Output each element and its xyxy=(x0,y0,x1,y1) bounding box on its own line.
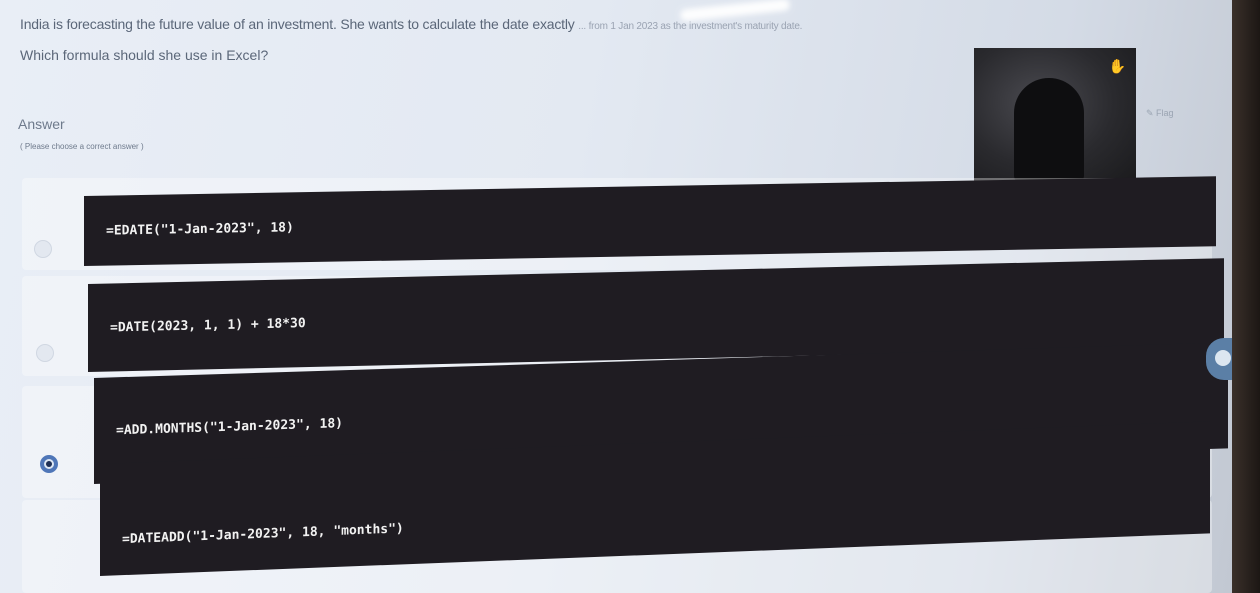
flag-label: Flag xyxy=(1156,108,1174,118)
flag-button[interactable]: ✎ Flag xyxy=(1146,108,1174,119)
option-1-formula: =EDATE("1-Jan-2023", 18) xyxy=(106,219,294,239)
option-radio-3[interactable] xyxy=(40,455,58,473)
question-line-1-faded: ... from 1 Jan 2023 as the investment's … xyxy=(578,21,803,32)
option-2-formula: =DATE(2023, 1, 1) + 18*30 xyxy=(110,315,306,336)
question-line-2: Which formula should she use in Excel? xyxy=(20,47,269,63)
answer-label: Answer xyxy=(18,116,65,132)
answer-hint: ( Please choose a correct answer ) xyxy=(20,142,144,151)
user-video-icon xyxy=(1014,78,1084,184)
option-radio-1[interactable] xyxy=(34,240,52,258)
question-line-1: India is forecasting the future value of… xyxy=(20,16,575,32)
option-3-formula: =ADD.MONTHS("1-Jan-2023", 18) xyxy=(116,415,343,438)
webcam-preview: ✋ xyxy=(974,48,1136,184)
question-text: India is forecasting the future value of… xyxy=(20,16,802,32)
quiz-screen: India is forecasting the future value of… xyxy=(0,0,1232,593)
option-4-formula: =DATEADD("1-Jan-2023", 18, "months") xyxy=(122,520,404,547)
monitor-bezel xyxy=(1232,0,1260,593)
option-radio-2[interactable] xyxy=(36,344,54,362)
hand-icon[interactable]: ✋ xyxy=(1109,58,1126,75)
